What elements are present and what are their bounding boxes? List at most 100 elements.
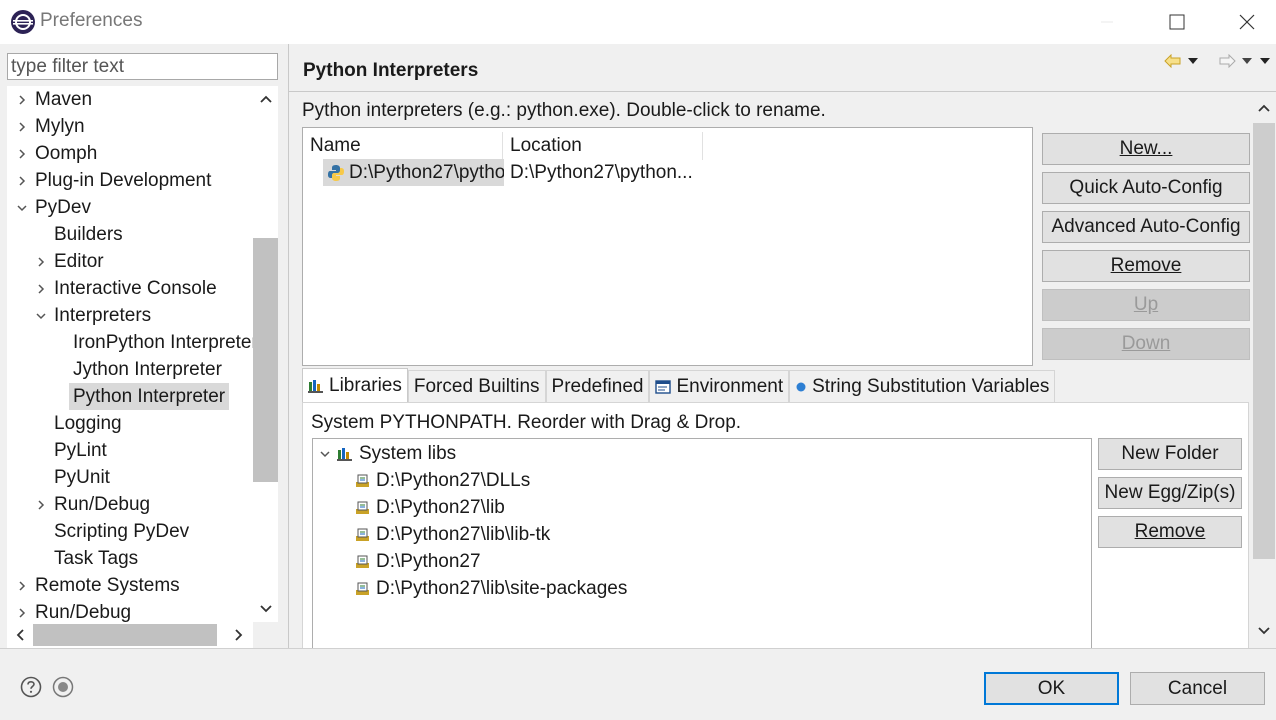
system-libs-label: System libs [359,442,457,464]
scroll-up-button[interactable] [253,86,278,111]
tree-item[interactable]: Remote Systems [13,572,184,599]
maximize-button[interactable] [1142,0,1212,44]
list-item[interactable]: D:\Python27 [355,548,481,575]
tab-forced-builtins[interactable]: Forced Builtins [407,370,546,402]
page-scroll-up-button[interactable] [1251,95,1276,120]
minimize-button[interactable] [1072,0,1142,44]
back-arrow-icon[interactable] [1164,54,1182,68]
up-button[interactable]: Up [1042,289,1250,321]
page-header: Python Interpreters [289,44,1276,92]
forward-menu-icon[interactable] [1240,56,1254,66]
tree-item[interactable]: Scripting PyDev [32,518,193,545]
tree-item[interactable]: Interpreters [32,302,155,329]
tab-libraries[interactable]: Libraries [302,368,408,402]
tree-item[interactable]: Oomph [13,140,101,167]
tree-vertical-scrollbar[interactable] [253,86,278,622]
tab-environment[interactable]: Environment [649,370,790,402]
list-item[interactable]: D:\Python27\lib\lib-tk [355,521,550,548]
tree-item[interactable]: Run/Debug [32,491,154,518]
list-item[interactable]: D:\Python27\DLLs [355,467,530,494]
down-button[interactable]: Down [1042,328,1250,360]
view-menu-icon[interactable] [1258,56,1272,66]
tree-scroll-thumb[interactable] [253,238,278,482]
list-item[interactable]: D:\Python27\lib\site-packages [355,575,627,602]
advanced-auto-config-button[interactable]: Advanced Auto-Config [1042,211,1250,243]
ok-button[interactable]: OK [984,672,1119,705]
filter-input[interactable] [7,53,278,80]
chevron-right-icon[interactable] [32,491,50,518]
tab-label: Environment [676,375,784,397]
chevron-right-icon[interactable] [13,86,31,113]
chevron-right-icon[interactable] [13,140,31,167]
tree-item[interactable]: Plug-in Development [13,167,215,194]
new-egg-zip-button[interactable]: New Egg/Zip(s) [1098,477,1242,509]
tree-hscroll-thumb[interactable] [33,624,217,646]
tab-predefined[interactable]: Predefined [545,370,650,402]
tree-item[interactable]: PyLint [32,437,111,464]
tree-horizontal-scrollbar[interactable] [7,622,253,648]
quick-auto-config-button[interactable]: Quick Auto-Config [1042,172,1250,204]
tab-string-substitution-variables[interactable]: String Substitution Variables [789,370,1056,402]
tree-item-label: PyUnit [54,467,110,488]
remove-library-button[interactable]: Remove [1098,516,1242,548]
maximize-icon [1169,14,1185,30]
interpreter-name-cell[interactable]: D:\Python27\python.exe [323,159,504,186]
tree-item[interactable]: IronPython Interpreter [51,329,253,356]
tree-item-label: Oomph [35,143,98,164]
tree-item[interactable]: Task Tags [32,545,142,572]
preferences-tree[interactable]: Maven Mylyn Oomph Plug-in Development PyDev B… [7,86,253,622]
page-scroll-thumb[interactable] [1253,123,1275,559]
chevron-down-icon [259,604,272,612]
close-icon [1239,14,1255,30]
chevron-right-icon[interactable] [32,275,50,302]
tree-item[interactable]: Mylyn [13,113,89,140]
tab-label: Forced Builtins [413,375,540,397]
tree-item-label: Python Interpreter [69,383,230,410]
column-header-name[interactable]: Name [303,132,503,160]
tree-item[interactable]: Interactive Console [32,275,221,302]
page-vertical-scrollbar[interactable] [1251,93,1276,648]
tree-item[interactable]: Maven [13,86,96,113]
column-header-location[interactable]: Location [503,132,703,160]
cancel-button[interactable]: Cancel [1130,672,1265,705]
system-libs-tree[interactable]: System libs D:\Python27\DLLs D:\Python27\l… [312,438,1092,648]
tab-label: Predefined [551,375,644,397]
help-icon[interactable] [20,676,42,698]
tree-item[interactable]: Editor [32,248,108,275]
environment-icon [655,379,672,394]
chevron-down-icon[interactable] [319,449,331,459]
tree-item[interactable]: PyUnit [32,464,114,491]
close-button[interactable] [1212,0,1276,44]
page-scroll-down-button[interactable] [1251,618,1276,643]
forward-arrow-icon[interactable] [1218,54,1236,68]
chevron-down-icon[interactable] [32,302,50,329]
table-row[interactable]: D:\Python27\python.exe D:\Python27\pytho… [323,159,693,186]
tree-item[interactable]: Logging [32,410,126,437]
tree-item[interactable]: Python Interpreter [51,383,230,410]
new-folder-button[interactable]: New Folder [1098,438,1242,470]
back-menu-icon[interactable] [1186,56,1200,66]
scroll-down-button[interactable] [253,596,278,621]
tree-item[interactable]: Builders [32,221,127,248]
tree-item[interactable]: PyDev [13,194,95,221]
chevron-right-icon[interactable] [13,113,31,140]
tree-item[interactable]: Run/Debug [13,599,135,622]
remove-interpreter-button[interactable]: Remove [1042,250,1250,282]
scroll-right-button[interactable] [226,622,251,647]
chevron-right-icon[interactable] [13,572,31,599]
chevron-right-icon[interactable] [32,248,50,275]
record-icon[interactable] [52,676,74,698]
chevron-right-icon[interactable] [13,599,31,622]
scroll-left-button[interactable] [7,622,32,647]
new-interpreter-button[interactable]: New... [1042,133,1250,165]
list-item[interactable]: D:\Python27\lib [355,494,505,521]
chevron-down-icon[interactable] [13,194,31,221]
tree-item[interactable]: Jython Interpreter [51,356,226,383]
chevron-right-icon[interactable] [13,167,31,194]
interpreters-table[interactable]: Name Location D:\Python27\python.exe D:\… [302,127,1033,366]
system-libs-node[interactable]: System libs [319,440,456,467]
